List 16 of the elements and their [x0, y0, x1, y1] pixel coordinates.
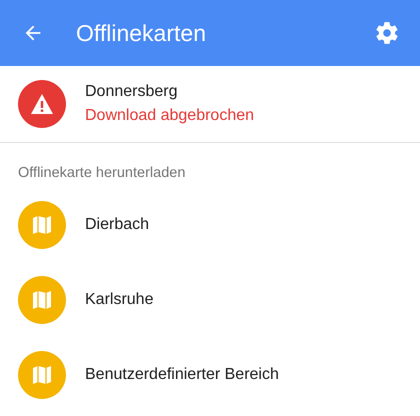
map-list-item[interactable]: Benutzerdefinierter Bereich [0, 337, 420, 412]
download-status: Download abgebrochen [85, 107, 254, 125]
map-icon [32, 290, 52, 310]
map-list-item[interactable]: Karlsruhe [0, 262, 420, 337]
map-name: Donnersberg [85, 83, 178, 101]
map-icon [32, 364, 52, 384]
warning-icon [30, 93, 54, 115]
map-option-label: Dierbach [85, 216, 150, 234]
app-bar-title: Offlinekarten [76, 20, 207, 46]
map-option-label: Karlsruhe [85, 290, 154, 308]
map-icon [32, 214, 52, 234]
download-row[interactable]: Donnersberg Download abgebrochen [0, 66, 420, 142]
map-list-item[interactable]: Dierbach [0, 187, 420, 262]
map-option-label: Benutzerdefinierter Bereich [85, 366, 279, 384]
section-header: Offlinekarte herunterladen [17, 164, 186, 183]
settings-icon [374, 20, 400, 46]
